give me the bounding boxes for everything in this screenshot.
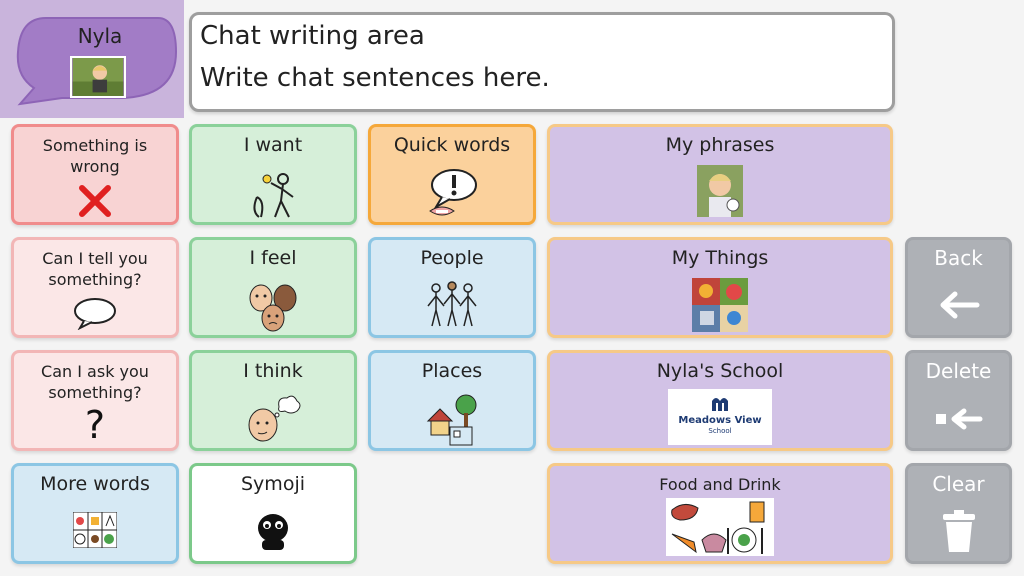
- tile-label: Food and Drink: [659, 475, 781, 494]
- tile-label: Symoji: [241, 473, 305, 495]
- i-want-symbol-icon: [253, 173, 294, 218]
- tile-label: My Things: [671, 247, 769, 269]
- school-logo-icon: [712, 398, 728, 411]
- tile-food-and-drink[interactable]: Food and Drink: [547, 463, 893, 564]
- symoji-character-icon: [258, 514, 288, 550]
- people-group-icon: [427, 281, 477, 327]
- my-things-collage-icon: [692, 278, 748, 332]
- tile-people[interactable]: People: [368, 237, 536, 338]
- food-drink-icon: [666, 498, 774, 556]
- back-arrow-icon: [940, 291, 979, 319]
- more-words-grid-icon: [73, 512, 117, 548]
- trash-can-icon: [942, 510, 975, 552]
- tile-can-i-ask-you[interactable]: Can I ask you something? ?: [11, 350, 179, 451]
- tile-more-words[interactable]: More words: [11, 463, 179, 564]
- speech-exclamation-icon: [429, 169, 477, 216]
- thinking-face-icon: [248, 395, 301, 442]
- tile-label: Can I ask you something?: [41, 362, 149, 402]
- user-photo: [70, 56, 126, 98]
- chat-writing-area[interactable]: Chat writing area Write chat sentences h…: [189, 12, 895, 112]
- tile-label: Something is wrong: [42, 136, 148, 176]
- tile-label: People: [420, 247, 484, 269]
- tile-label: Delete: [925, 359, 992, 383]
- tile-label: Quick words: [393, 134, 511, 156]
- child-photo-icon: [697, 165, 743, 217]
- tile-label: I want: [243, 134, 303, 156]
- tile-label: Nyla's School: [656, 360, 784, 382]
- tile-something-is-wrong[interactable]: Something is wrong: [11, 124, 179, 225]
- chat-area-title: Chat writing area: [200, 21, 425, 51]
- feelings-faces-icon: [249, 284, 297, 332]
- tile-symoji[interactable]: Symoji: [189, 463, 357, 564]
- tile-label: Clear: [932, 472, 985, 496]
- tile-places[interactable]: Places: [368, 350, 536, 451]
- school-logo: Meadows View School: [668, 389, 772, 445]
- tile-label: Back: [934, 246, 983, 270]
- clear-button[interactable]: Clear: [905, 463, 1012, 564]
- school-name: Meadows View: [678, 415, 762, 426]
- delete-button[interactable]: Delete: [905, 350, 1012, 451]
- tile-label: More words: [40, 473, 150, 495]
- tile-label: Can I tell you something?: [42, 249, 148, 289]
- tile-i-feel[interactable]: I feel: [189, 237, 357, 338]
- tile-label: I think: [243, 360, 303, 382]
- tile-can-i-tell-you[interactable]: Can I tell you something?: [11, 237, 179, 338]
- tile-i-want[interactable]: I want: [189, 124, 357, 225]
- user-name: Nyla: [77, 24, 123, 48]
- tile-my-things[interactable]: My Things: [547, 237, 893, 338]
- tile-i-think[interactable]: I think: [189, 350, 357, 451]
- tile-label: I feel: [249, 247, 297, 269]
- places-house-tree-icon: [426, 394, 477, 446]
- tile-my-phrases[interactable]: My phrases: [547, 124, 893, 225]
- tile-quick-words[interactable]: Quick words: [368, 124, 536, 225]
- tile-label: My phrases: [665, 134, 775, 156]
- red-cross-icon: [79, 185, 111, 217]
- question-mark-icon: ?: [84, 403, 106, 447]
- delete-arrow-icon: [935, 408, 982, 430]
- speech-bubble-icon: [74, 298, 116, 330]
- chat-placeholder: Write chat sentences here.: [200, 63, 550, 93]
- school-subname: School: [708, 427, 732, 435]
- tile-label: Places: [421, 360, 483, 382]
- tile-nylas-school[interactable]: Nyla's School Meadows View School: [547, 350, 893, 451]
- back-button[interactable]: Back: [905, 237, 1012, 338]
